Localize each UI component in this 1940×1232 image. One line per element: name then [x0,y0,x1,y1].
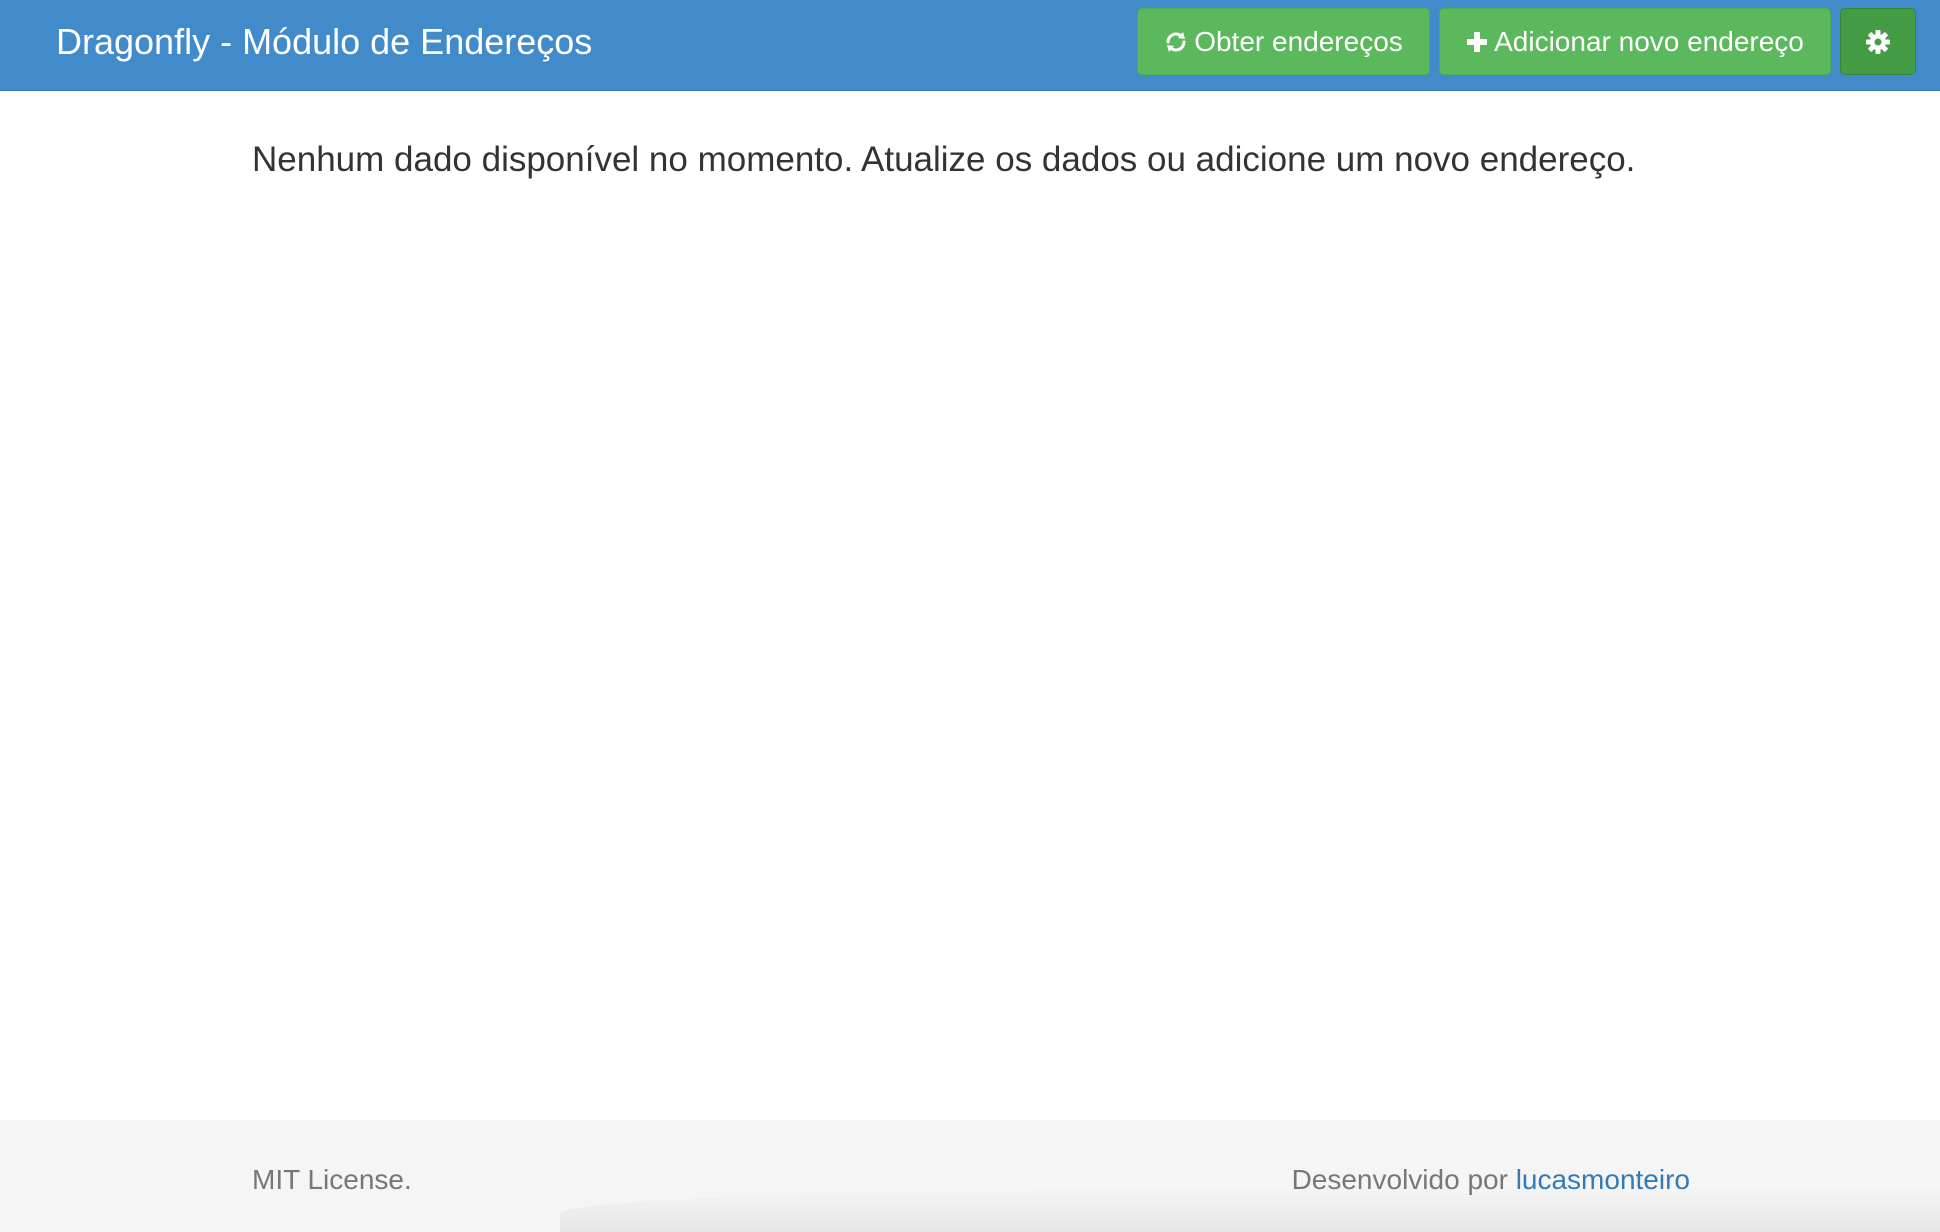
refresh-icon [1164,30,1188,54]
fetch-addresses-label: Obter endereços [1194,25,1403,57]
empty-state-message: Nenhum dado disponível no momento. Atual… [252,140,1636,179]
developer-credit: Desenvolvido por lucasmonteiro [1292,1162,1690,1198]
settings-button[interactable] [1840,8,1916,75]
top-navbar: Dragonfly - Módulo de Endereços Obter en… [0,0,1940,91]
fetch-addresses-button[interactable]: Obter endereços [1137,8,1430,75]
add-address-label: Adicionar novo endereço [1494,25,1804,57]
credit-prefix: Desenvolvido por [1291,1164,1508,1195]
gear-icon [1865,29,1891,55]
page: Dragonfly - Módulo de Endereços Obter en… [0,0,1940,1232]
brand-title[interactable]: Dragonfly - Módulo de Endereços [56,20,592,64]
license-text: MIT License. [252,1164,412,1195]
plus-icon [1466,31,1488,53]
developer-link[interactable]: lucasmonteiro [1516,1164,1690,1195]
add-address-button[interactable]: Adicionar novo endereço [1439,8,1831,75]
